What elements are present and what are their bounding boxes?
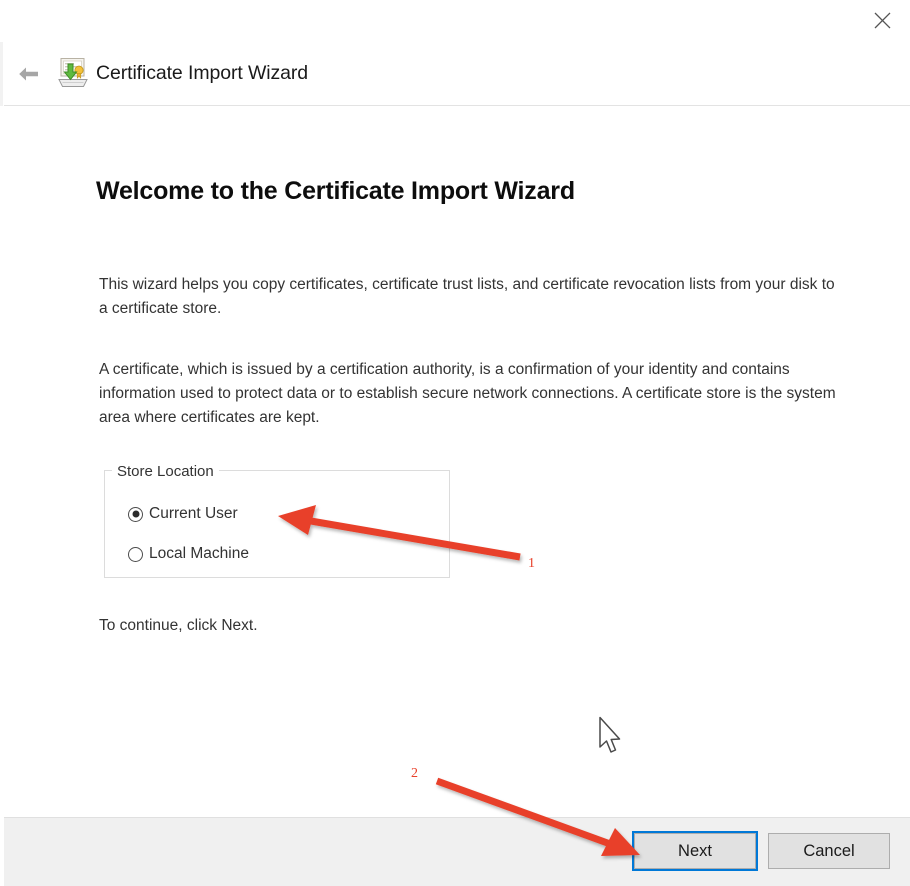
wizard-content-pane <box>4 106 910 818</box>
window-frame-left-edge <box>0 42 3 106</box>
wizard-title: Certificate Import Wizard <box>96 62 309 84</box>
close-icon <box>874 12 890 28</box>
intro-paragraph-1: This wizard helps you copy certificates,… <box>99 276 835 317</box>
radio-current-user[interactable]: Current User <box>128 503 238 525</box>
certificate-import-wizard-window: Certificate Import Wizard Welcome to the… <box>0 0 910 886</box>
title-bar <box>0 0 910 42</box>
radio-button-icon <box>128 506 143 522</box>
store-location-legend: Store Location <box>112 463 219 481</box>
close-button[interactable] <box>854 0 910 40</box>
radio-local-machine-label: Local Machine <box>149 545 249 562</box>
radio-button-icon <box>128 546 143 562</box>
intro-paragraph-2: A certificate, which is issued by a cert… <box>99 361 836 426</box>
radio-local-machine[interactable]: Local Machine <box>128 543 249 565</box>
page-title: Welcome to the Certificate Import Wizard <box>96 177 575 205</box>
back-button[interactable] <box>12 57 46 91</box>
certificate-import-icon <box>56 57 90 89</box>
cancel-button[interactable]: Cancel <box>768 833 890 869</box>
next-button[interactable]: Next <box>632 831 758 871</box>
radio-current-user-label: Current User <box>149 505 238 522</box>
back-arrow-icon <box>19 67 38 81</box>
continue-instruction: To continue, click Next. <box>99 617 258 634</box>
